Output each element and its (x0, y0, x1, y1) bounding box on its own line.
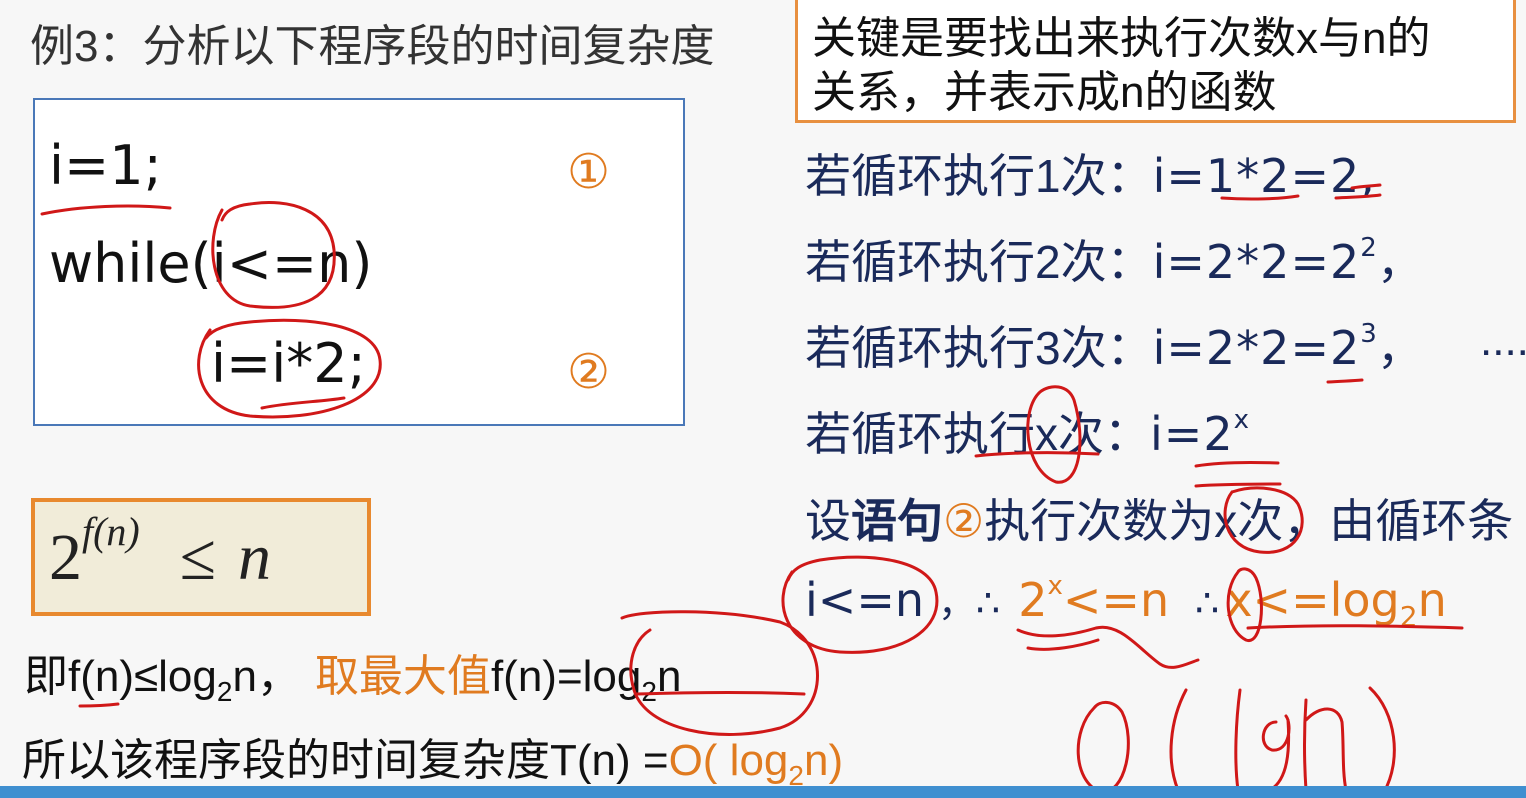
condition-loop: i<=n (805, 573, 925, 627)
code-line-while: while(i<=n) (49, 232, 373, 295)
iteration-exponent: 2 (1360, 233, 1377, 263)
ink-squiggle-2x (1016, 625, 1200, 669)
iteration-label: 若循环执行2次： (805, 236, 1153, 288)
ink-handwritten-g (1261, 714, 1291, 792)
formula-exponent: f(n) (82, 509, 140, 554)
iteration-tail: , (1360, 149, 1375, 203)
condition-sep-1: ，∴ (938, 581, 1001, 625)
assumption-bold: 语句 (851, 495, 943, 547)
statement-mark-2: ② (567, 344, 611, 400)
key-note-line-2: 关系，并表示成n的函数 (812, 68, 1277, 117)
code-box: i=1; while(i<=n) i=i*2; ① ② (33, 98, 685, 426)
ink-handwritten-open-paren (1169, 688, 1188, 792)
iteration-label: 若循环执行1次： (805, 150, 1153, 202)
iteration-exponent: x (1233, 405, 1249, 435)
iteration-ellipsis: .... (1480, 316, 1526, 365)
iteration-expr: i=1*2=2 (1152, 149, 1361, 203)
formula: 2f(n) ≤ n (49, 512, 271, 596)
conclusion1-e: n (656, 652, 682, 701)
condition-log-base: 2 (1399, 600, 1418, 633)
iteration-expr: i=2*2=2 (1152, 235, 1361, 289)
conclusion1-d-sub: 2 (641, 676, 657, 707)
iteration-label: 若循环执行x次： (805, 408, 1150, 460)
condition-line: i<=n ，∴ 2x<=n ∴ x<=log2n (805, 571, 1447, 631)
conclusion1-a: 即f(n)≤log (24, 652, 217, 701)
bottom-progress-bar (0, 786, 1526, 798)
formula-base: 2 (49, 521, 82, 594)
conclusion-line-2: 所以该程序段的时间复杂度T(n) =O( log2n) (22, 724, 844, 790)
iteration-expr: i=2 (1150, 407, 1234, 461)
key-note-box: 关键是要找出来执行次数x与n的 关系，并表示成n的函数 (795, 0, 1516, 123)
condition-le-n: <=n (1062, 573, 1170, 627)
conclusion1-max: 取最大值 (314, 652, 491, 701)
condition-two: 2 (1018, 573, 1048, 627)
formula-box: 2f(n) ≤ n (31, 498, 371, 616)
iteration-label: 若循环执行3次： (805, 322, 1153, 374)
ink-squiggle-2x-b (1026, 638, 1100, 651)
ink-handwritten-n (1303, 698, 1348, 792)
code-line-body: i=i*2; (211, 332, 366, 395)
iteration-line-x: 若循环执行x次：i=2x (805, 398, 1249, 464)
assumption-rest: 执行次数为x次，由循环条 (984, 495, 1514, 547)
formula-var: n (238, 521, 271, 594)
iteration-expr: i=2*2=2 (1152, 321, 1361, 375)
condition-log: x<=log (1225, 573, 1400, 627)
assumption-prefix: 设 (805, 495, 851, 547)
conclusion2-big-o: O( log (668, 736, 789, 785)
iteration-line-3: 若循环执行3次：i=2*2=23， (805, 312, 1423, 378)
iteration-tail: ， (1376, 321, 1423, 375)
ink-underline-iter3 (1326, 378, 1364, 384)
condition-sep-2: ∴ (1195, 581, 1220, 625)
ink-handwritten-close-paren (1368, 686, 1396, 794)
ink-handwritten-O (1076, 701, 1130, 794)
conclusion1-b: n， (232, 652, 301, 701)
ink-handwritten-l (1234, 688, 1242, 792)
iteration-line-1: 若循环执行1次：i=1*2=2, (805, 140, 1375, 206)
condition-exp: x (1047, 571, 1063, 601)
iteration-tail: ， (1376, 235, 1423, 289)
condition-log-n: n (1417, 573, 1447, 627)
ink-underline-fn (78, 702, 120, 708)
conclusion-line-1: 即f(n)≤log2n， 取最大值f(n)=log2n (24, 640, 682, 707)
formula-relation: ≤ (179, 521, 216, 594)
code-line-init: i=1; (49, 134, 162, 197)
assumption-line: 设语句②执行次数为x次，由循环条 (805, 485, 1513, 551)
statement-mark-1: ① (567, 144, 611, 200)
conclusion2-end: n) (803, 736, 844, 785)
iteration-exponent: 3 (1360, 319, 1377, 349)
conclusion1-d: f(n)=log (490, 652, 642, 701)
iteration-line-2: 若循环执行2次：i=2*2=22， (805, 226, 1423, 292)
assumption-mark: ② (943, 495, 985, 547)
slide-title: 例3：分析以下程序段的时间复杂度 (30, 22, 715, 71)
conclusion2-a: 所以该程序段的时间复杂度T(n) = (22, 736, 669, 785)
conclusion1-a-sub: 2 (216, 676, 233, 707)
